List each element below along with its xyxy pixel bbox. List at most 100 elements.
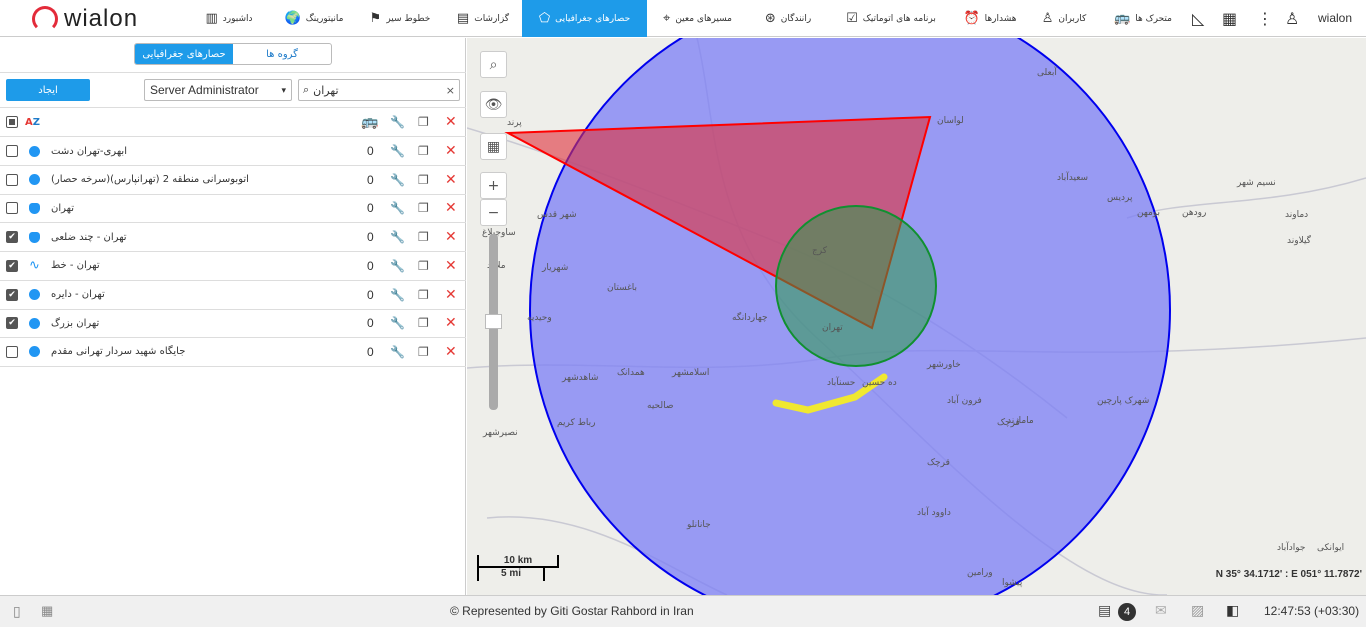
user-profile-icon[interactable]: ♙ [1285, 9, 1299, 28]
geofence-name[interactable]: تهران [51, 203, 74, 214]
zoom-out-button[interactable]: − [480, 199, 507, 226]
copy-icon[interactable]: ❐ [418, 230, 429, 244]
nav-item-0[interactable]: ▥ داشبورد [197, 0, 261, 37]
geofence-name[interactable]: جایگاه شهید سردار تهرانی مقدم [51, 346, 185, 357]
delete-icon[interactable]: ✕ [445, 229, 457, 245]
copy-icon[interactable]: ❐ [418, 173, 429, 187]
tab-geofences[interactable]: حصارهای جغرافیایی [135, 44, 233, 64]
map[interactable]: لواسان سعیدآباد پردیس بومهن رودهن دماوند گیلاو… [467, 38, 1366, 595]
layout-icon[interactable]: ◧ [1226, 602, 1239, 619]
notifications-badge[interactable]: 4 [1118, 603, 1136, 621]
nav-item-9[interactable]: ♙ کاربران [1031, 0, 1097, 37]
delete-icon[interactable]: ✕ [445, 315, 457, 331]
geofence-row[interactable]: ✔ ∿ تهران - خط 0 🔧 ❐ ✕ [0, 252, 466, 281]
delete-icon[interactable]: ✕ [445, 114, 457, 130]
truck-icon[interactable]: 🚌 [361, 114, 378, 130]
wrench-icon[interactable]: 🔧 [390, 230, 405, 244]
geofence-row[interactable]: تهران 0 🔧 ❐ ✕ [0, 194, 466, 224]
geofence-row[interactable]: اتوبوسرانی منطقه 2 (تهرانپارس)(سرخه حصار… [0, 166, 466, 195]
delete-icon[interactable]: ✕ [445, 143, 457, 159]
nav-item-1[interactable]: 🌍 مانیتورینگ [272, 0, 356, 37]
search-input[interactable]: ⌕ تهران × [298, 79, 460, 101]
zoom-in-button[interactable]: + [480, 172, 507, 199]
nav-label: خطوط سیر [386, 13, 431, 24]
row-checkbox[interactable] [6, 173, 18, 186]
geofence-row[interactable]: ✔ تهران بزرگ 0 🔧 ❐ ✕ [0, 309, 466, 339]
delete-icon[interactable]: ✕ [445, 287, 457, 303]
row-checkbox[interactable]: ✔ [6, 288, 18, 301]
wrench-icon[interactable]: 🔧 [390, 201, 405, 215]
copy-icon[interactable]: ❐ [418, 316, 429, 330]
nav-item-10[interactable]: 🚌 متحرک ها [1104, 0, 1182, 37]
create-button[interactable]: ایجاد [6, 79, 90, 101]
geofence-name[interactable]: تهران بزرگ [51, 318, 99, 329]
wrench-icon[interactable]: 🔧 [390, 345, 405, 359]
geofence-name[interactable]: اتوبوسرانی منطقه 2 (تهرانپارس)(سرخه حصار… [51, 174, 249, 185]
wrench-icon[interactable]: 🔧 [390, 144, 405, 158]
owner-select[interactable]: Server Administrator ▾ [144, 79, 292, 101]
wrench-icon[interactable]: 🔧 [390, 288, 405, 302]
panel-toggle-icon[interactable]: ▯ [13, 603, 21, 620]
row-checkbox[interactable]: ✔ [6, 259, 18, 272]
row-checkbox[interactable] [6, 345, 18, 358]
nav-item-2[interactable]: ⚑ خطوط سیر [361, 0, 439, 37]
delete-icon[interactable]: ✕ [445, 200, 457, 216]
copy-icon[interactable]: ❐ [418, 345, 429, 359]
geofence-name[interactable]: تهران - دایره [51, 289, 105, 300]
wrench-icon[interactable]: 🔧 [390, 115, 405, 129]
wrench-icon[interactable]: 🔧 [390, 259, 405, 273]
map-place-label: باغستان [607, 283, 638, 293]
copy-icon[interactable]: ❐ [418, 201, 429, 215]
geofence-name[interactable]: ابهری-تهران دشت [51, 146, 127, 157]
nav-item-5[interactable]: ⌖ مسیرهای معین [650, 0, 745, 37]
copy-icon[interactable]: ❐ [418, 259, 429, 273]
geofence-name[interactable]: تهران - چند ضلعی [51, 232, 127, 243]
geofence-row[interactable]: ✔ تهران - چند ضلعی 0 🔧 ❐ ✕ [0, 223, 466, 253]
nav-label: برنامه های اتوماتیک [862, 13, 936, 24]
row-checkbox[interactable]: ✔ [6, 317, 18, 330]
map-layers-icon[interactable]: ▦ [480, 133, 507, 160]
grid-icon[interactable]: ▦ [41, 603, 53, 619]
notifications-icon[interactable]: ▤ [1098, 602, 1111, 619]
select-all-checkbox[interactable] [6, 116, 18, 128]
clear-icon[interactable]: × [446, 84, 455, 97]
geofence-row[interactable]: جایگاه شهید سردار تهرانی مقدم 0 🔧 ❐ ✕ [0, 338, 466, 367]
zoom-slider[interactable] [485, 234, 502, 410]
wrench-icon[interactable]: 🔧 [390, 173, 405, 187]
map-search-button[interactable]: ⌕ [480, 51, 507, 78]
copy-icon[interactable]: ❐ [418, 115, 429, 129]
row-checkbox[interactable]: ✔ [6, 231, 18, 244]
wrench-icon[interactable]: 🔧 [390, 316, 405, 330]
messages-icon[interactable]: ✉ [1155, 602, 1167, 619]
coordinates-readout: N 35° 34.1712' : E 051° 11.7872' [1215, 569, 1362, 580]
username[interactable]: wialon [1318, 11, 1352, 25]
panel-tabs: حصارهای جغرافیایی گروه ها [134, 43, 332, 65]
delete-icon[interactable]: ✕ [445, 344, 457, 360]
nav-item-4[interactable]: ⬠ حصارهای جغرافیایی [522, 0, 647, 37]
geofence-row[interactable]: ✔ تهران - دایره 0 🔧 ❐ ✕ [0, 281, 466, 310]
copy-icon[interactable]: ❐ [418, 288, 429, 302]
geofence-circle-small[interactable] [775, 205, 937, 367]
nav-item-8[interactable]: ⏰ هشدارها [956, 0, 1024, 37]
map-place-label: وحیدیه [527, 313, 552, 323]
nav-item-6[interactable]: ⊛ رانندگان [752, 0, 824, 37]
nav-item-3[interactable]: ▤ گزارشات [448, 0, 518, 37]
nav-item-7[interactable]: ☑ برنامه های اتوماتیک [832, 0, 950, 37]
delete-icon[interactable]: ✕ [445, 258, 457, 274]
nav-label: هشدارها [984, 13, 1017, 24]
tab-groups[interactable]: گروه ها [233, 44, 331, 64]
zoom-slider-handle[interactable] [485, 314, 502, 329]
apps-grid-icon[interactable]: ▦ [1222, 9, 1237, 28]
row-checkbox[interactable] [6, 202, 18, 215]
sort-az-icon[interactable]: AZ [25, 117, 40, 128]
measure-ruler-icon[interactable]: ◺ [1192, 9, 1204, 28]
row-checkbox[interactable] [6, 145, 18, 157]
eye-icon[interactable]: 👁 [480, 91, 507, 118]
wialon-logo[interactable]: wialon [32, 5, 138, 33]
geofence-name[interactable]: تهران - خط [51, 260, 100, 271]
delete-icon[interactable]: ✕ [445, 172, 457, 188]
copy-icon[interactable]: ❐ [418, 144, 429, 158]
image-icon[interactable]: ▨ [1191, 602, 1204, 619]
geofence-row[interactable]: ابهری-تهران دشت 0 🔧 ❐ ✕ [0, 137, 466, 166]
more-vertical-icon[interactable]: ⋮ [1257, 9, 1273, 28]
